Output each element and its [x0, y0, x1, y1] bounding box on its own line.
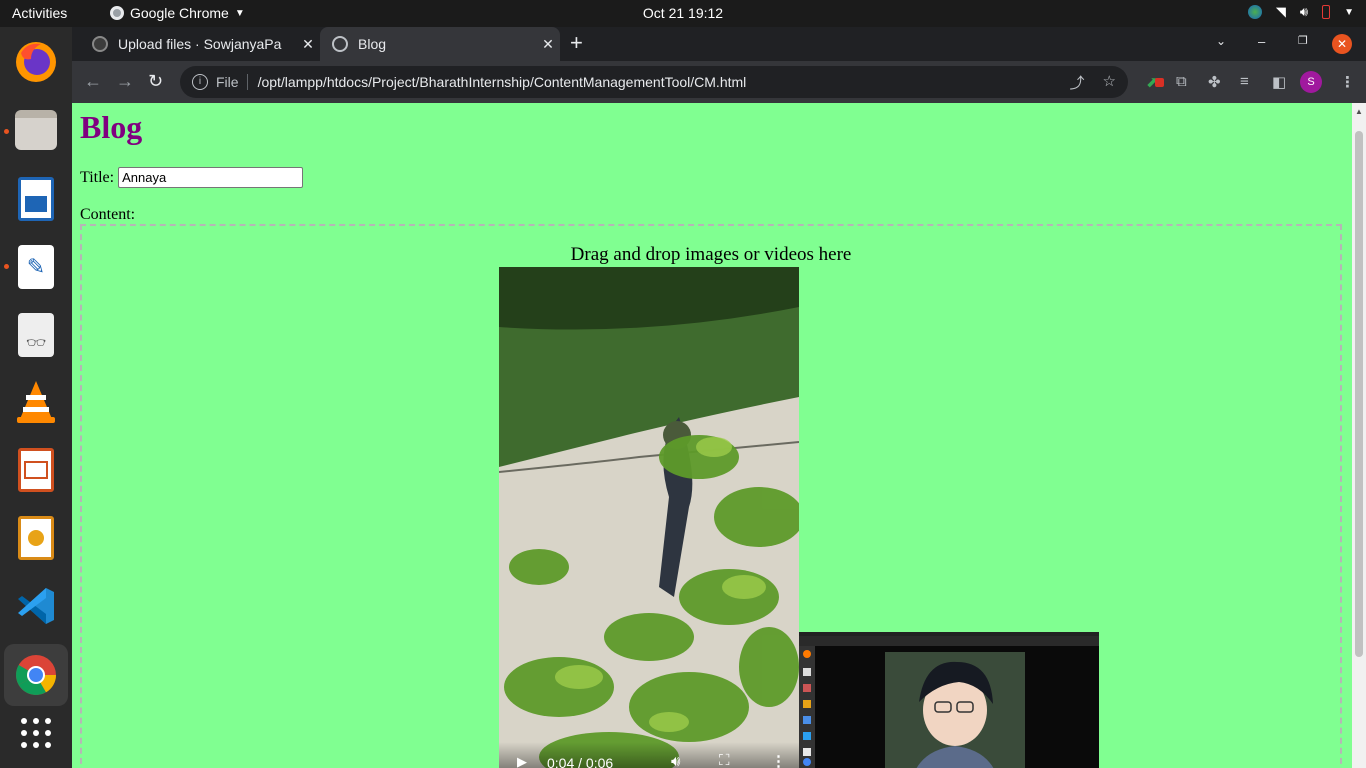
tab-strip: Upload files · SowjanyaPa ✕ Blog ✕ + ⌄ –… — [72, 27, 1366, 61]
system-menu-chevron-icon: ▼ — [1344, 6, 1354, 18]
tab-upload-files[interactable]: Upload files · SowjanyaPa ✕ — [80, 27, 320, 61]
volume-icon: 🔊︎ — [1299, 4, 1309, 19]
page-scrollbar[interactable]: ▲ — [1352, 103, 1366, 768]
wifi-icon: ◥ — [1275, 4, 1286, 19]
drop-zone-hint: Drag and drop images or videos here — [570, 244, 852, 265]
side-panel-icon[interactable]: ◧ — [1272, 73, 1286, 91]
document-viewer-icon[interactable]: 👓︎ — [12, 311, 60, 359]
system-tray[interactable]: ◥ 🔊︎ ▼ — [1247, 4, 1354, 20]
tab-search-chevron-icon[interactable]: ⌄ — [1216, 34, 1226, 48]
media-queue-icon[interactable]: ≡ — [1240, 73, 1249, 90]
globe-icon — [332, 36, 348, 52]
restore-button[interactable]: ❐ — [1298, 34, 1308, 47]
url-text[interactable]: /opt/lampp/htdocs/Project/BharathInterns… — [258, 74, 747, 90]
app-menu-label: Google Chrome — [130, 5, 229, 21]
activities-button[interactable]: Activities — [12, 5, 67, 21]
address-bar[interactable]: i File /opt/lampp/htdocs/Project/Bharath… — [180, 66, 1128, 98]
page-content: Blog Title: Content: Drag and drop image… — [72, 103, 1352, 768]
tab-title: Blog — [358, 36, 387, 52]
tab-title: Upload files · SowjanyaPa — [118, 36, 282, 52]
app-menu[interactable]: Google Chrome ▼ — [110, 5, 245, 21]
more-options-icon[interactable]: ⋮ — [771, 752, 786, 768]
chevron-down-icon: ▼ — [234, 7, 245, 19]
play-icon[interactable]: ▶ — [517, 754, 527, 768]
chrome-small-icon — [110, 6, 124, 20]
menu-kebab-icon[interactable]: ⋮ — [1340, 73, 1355, 91]
site-info-icon[interactable]: i — [192, 74, 208, 90]
uploaded-image[interactable] — [799, 632, 1099, 768]
running-indicator — [4, 129, 9, 134]
title-label: Title: — [80, 168, 115, 186]
battery-icon — [1322, 5, 1331, 19]
writer-icon[interactable] — [12, 175, 60, 223]
tab-blog[interactable]: Blog ✕ — [320, 27, 560, 61]
close-tab-icon[interactable]: ✕ — [296, 36, 320, 53]
impress-icon[interactable] — [12, 446, 60, 494]
bookmark-star-icon[interactable]: ☆ — [1103, 72, 1116, 93]
video-time: 0:04 / 0:06 — [547, 755, 614, 768]
globe-indicator-icon — [1247, 5, 1262, 19]
extension-icon[interactable]: ⧉ — [1176, 73, 1187, 90]
minimize-button[interactable]: – — [1258, 34, 1265, 49]
extension-alert-icon[interactable]: ⬈ — [1146, 73, 1164, 91]
volume-icon[interactable]: 🔊︎ — [671, 753, 680, 768]
firefox-icon[interactable] — [12, 38, 60, 86]
back-arrow-icon[interactable]: ← — [84, 71, 102, 91]
screenshot-thumbnail — [799, 632, 1099, 768]
drop-zone[interactable]: Drag and drop images or videos here ▶ 0:… — [80, 224, 1342, 768]
title-input[interactable] — [118, 167, 304, 188]
video-player[interactable]: ▶ 0:04 / 0:06 🔊︎ ⛶ ⋮ — [499, 267, 799, 768]
show-apps-icon[interactable] — [12, 709, 60, 757]
share-icon[interactable]: ⤴ — [1070, 72, 1085, 93]
video-frame — [499, 267, 799, 768]
close-tab-icon[interactable]: ✕ — [536, 36, 560, 53]
extensions-puzzle-icon[interactable]: ✤ — [1208, 73, 1221, 91]
draw-icon[interactable] — [12, 514, 60, 562]
window-close-button[interactable]: ✕ — [1332, 34, 1352, 54]
github-icon — [92, 36, 108, 52]
files-icon[interactable] — [12, 106, 60, 154]
vlc-icon[interactable] — [12, 378, 60, 426]
running-indicator — [4, 264, 9, 269]
reload-icon[interactable]: ↻ — [148, 71, 163, 91]
title-row: Title: — [80, 167, 304, 188]
scrollbar-thumb[interactable] — [1355, 131, 1363, 657]
fullscreen-icon[interactable]: ⛶ — [719, 752, 730, 768]
profile-avatar[interactable]: S — [1300, 71, 1322, 93]
clock[interactable]: Oct 21 19:12 — [643, 5, 723, 21]
vscode-icon[interactable] — [12, 582, 60, 630]
scroll-up-icon[interactable]: ▲ — [1355, 107, 1363, 116]
chrome-window: Upload files · SowjanyaPa ✕ Blog ✕ + ⌄ –… — [72, 27, 1366, 768]
video-controls: ▶ 0:04 / 0:06 🔊︎ ⛶ ⋮ — [499, 742, 799, 768]
dock: ✎ 👓︎ — [0, 27, 72, 768]
new-tab-button[interactable]: + — [570, 32, 583, 54]
gnome-top-bar: Activities Google Chrome ▼ Oct 21 19:12 … — [0, 0, 1366, 27]
chrome-icon[interactable] — [4, 644, 68, 706]
forward-arrow-icon[interactable]: → — [116, 71, 134, 91]
page-title: Blog — [80, 109, 143, 145]
content-label: Content: — [80, 206, 136, 223]
chrome-toolbar: ← → ↻ i File /opt/lampp/htdocs/Project/B… — [72, 61, 1366, 103]
text-editor-icon[interactable]: ✎ — [12, 243, 60, 291]
file-scheme-label: File — [216, 74, 248, 90]
